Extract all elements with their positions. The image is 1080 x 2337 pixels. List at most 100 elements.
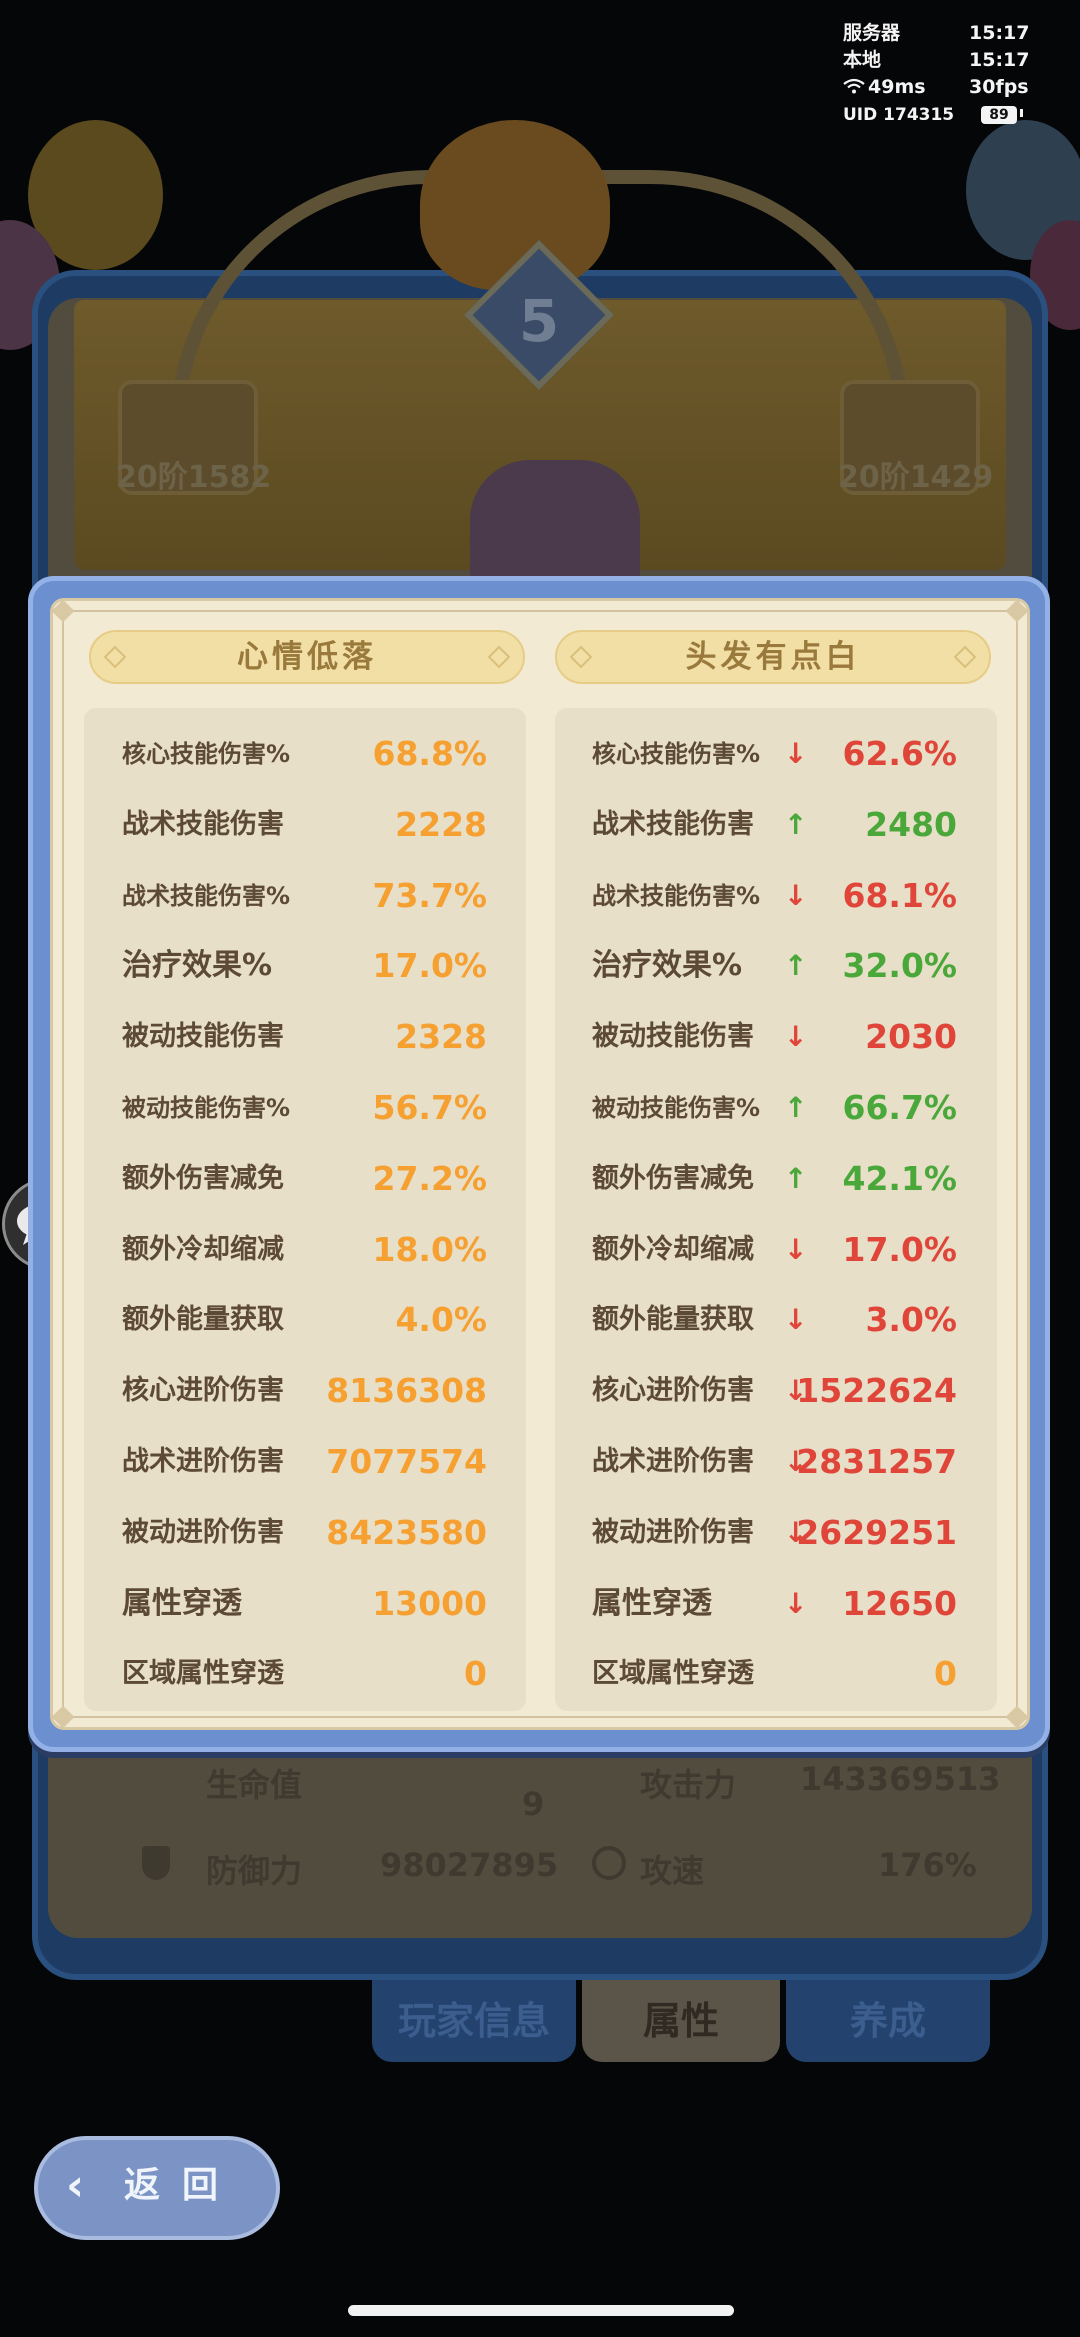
- right-stat-label: 治疗效果%: [592, 948, 743, 983]
- right-stat-value: 0: [934, 1654, 957, 1693]
- right-stat-label: 属性穿透: [592, 1586, 712, 1621]
- left-stat-label: 战术技能伤害%: [122, 882, 291, 910]
- server-time: 15:17: [969, 22, 1030, 44]
- right-stat-label: 战术进阶伤害: [592, 1446, 754, 1477]
- diamond-icon: [569, 645, 593, 669]
- server-time-label: 服务器: [843, 22, 901, 44]
- arrow-down-icon: ↓: [784, 737, 808, 770]
- left-stat-row: 额外冷却缩减 18.0%: [122, 1220, 487, 1280]
- right-stat-label: 额外伤害减免: [592, 1163, 754, 1194]
- right-stat-row: 被动技能伤害% ↑ 66.7%: [592, 1078, 957, 1138]
- left-stat-label: 额外能量获取: [122, 1304, 284, 1335]
- tab-development[interactable]: 养成: [786, 1980, 990, 2062]
- right-stat-row: 核心技能伤害% ↓ 62.6%: [592, 724, 957, 784]
- right-stat-value: 68.1%: [842, 876, 958, 915]
- local-time: 15:17: [969, 49, 1030, 71]
- right-stat-value: 2831257: [796, 1442, 957, 1481]
- left-stat-value: 73.7%: [372, 876, 488, 915]
- right-stat-value: 2629251: [796, 1513, 957, 1552]
- left-stat-value: 8423580: [326, 1513, 487, 1552]
- left-player-name: 心情低落: [89, 630, 525, 684]
- arrow-down-icon: ↓: [784, 1233, 808, 1266]
- right-stat-label: 被动技能伤害: [592, 1021, 754, 1052]
- left-stat-row: 核心技能伤害% 68.8%: [122, 724, 487, 784]
- left-stat-label: 被动技能伤害%: [122, 1094, 291, 1122]
- left-stat-label: 被动技能伤害: [122, 1021, 284, 1052]
- left-stat-row: 额外伤害减免 27.2%: [122, 1149, 487, 1209]
- right-stat-label: 被动进阶伤害: [592, 1517, 754, 1548]
- left-stat-value: 13000: [372, 1584, 487, 1623]
- left-stat-value: 7077574: [326, 1442, 487, 1481]
- left-stat-row: 被动技能伤害% 56.7%: [122, 1078, 487, 1138]
- shield-icon: [142, 1846, 170, 1880]
- spd-label: 攻速: [640, 1852, 705, 1890]
- right-stat-value: 17.0%: [842, 1230, 958, 1269]
- left-stat-row: 战术技能伤害 2228: [122, 795, 487, 855]
- right-stat-label: 额外冷却缩减: [592, 1234, 754, 1265]
- left-stat-value: 4.0%: [395, 1300, 487, 1339]
- right-stat-label: 核心进阶伤害: [592, 1375, 754, 1406]
- local-time-label: 本地: [843, 49, 882, 71]
- left-stat-row: 战术技能伤害% 73.7%: [122, 866, 487, 926]
- right-stat-value: 66.7%: [842, 1088, 958, 1127]
- left-stat-value: 68.8%: [372, 734, 488, 773]
- status-overlay: 服务器 15:17 本地 15:17 49ms 30fps UID 174315…: [843, 20, 1073, 128]
- right-stat-row: 被动技能伤害 ↓ 2030: [592, 1007, 957, 1067]
- right-stat-row: 属性穿透 ↓ 12650: [592, 1574, 957, 1634]
- right-stat-value: 3.0%: [865, 1300, 957, 1339]
- battery-icon: [1020, 109, 1023, 117]
- right-stat-value: 32.0%: [842, 946, 958, 985]
- tab-player-info[interactable]: 玩家信息: [372, 1980, 576, 2062]
- left-stat-row: 核心进阶伤害 8136308: [122, 1361, 487, 1421]
- uid-label: UID 174315: [843, 105, 955, 125]
- arrow-down-icon: ↓: [784, 1587, 808, 1620]
- atk-label: 攻击力: [640, 1766, 737, 1804]
- arrow-down-icon: ↓: [784, 1303, 808, 1336]
- left-stat-label: 属性穿透: [122, 1586, 242, 1621]
- left-stat-label: 区域属性穿透: [122, 1658, 284, 1689]
- right-player-name-text: 头发有点白: [685, 639, 861, 675]
- left-stat-label: 额外伤害减免: [122, 1163, 284, 1194]
- spd-value: 176%: [878, 1846, 977, 1884]
- hp-label: 生命值: [206, 1766, 303, 1804]
- arrow-down-icon: ↓: [784, 1020, 808, 1053]
- back-button-label: 返回: [124, 2165, 241, 2206]
- left-stat-row: 区域属性穿透 0: [122, 1644, 487, 1704]
- right-stat-row: 战术进阶伤害 ↓ 2831257: [592, 1432, 957, 1492]
- arrow-up-icon: ↑: [784, 949, 808, 982]
- character-portrait: [470, 460, 640, 580]
- tab-attributes[interactable]: 属性: [582, 1980, 780, 2062]
- right-stat-row: 额外冷却缩减 ↓ 17.0%: [592, 1220, 957, 1280]
- left-stat-row: 被动进阶伤害 8423580: [122, 1503, 487, 1563]
- left-player-name-text: 心情低落: [237, 639, 377, 675]
- left-stat-label: 核心技能伤害%: [122, 740, 291, 768]
- left-stat-label: 被动进阶伤害: [122, 1517, 284, 1548]
- left-stat-value: 18.0%: [372, 1230, 488, 1269]
- left-stat-row: 被动技能伤害 2328: [122, 1007, 487, 1067]
- right-stat-value: 1522624: [796, 1371, 957, 1410]
- right-stat-row: 治疗效果% ↑ 32.0%: [592, 936, 957, 996]
- right-stat-label: 额外能量获取: [592, 1304, 754, 1335]
- home-indicator[interactable]: [348, 2305, 734, 2316]
- def-label: 防御力: [206, 1852, 303, 1890]
- left-stat-label: 核心进阶伤害: [122, 1375, 284, 1406]
- left-stat-value: 56.7%: [372, 1088, 488, 1127]
- back-chevron-icon: ‹: [66, 2160, 85, 2211]
- right-weapon-badge-label: 20阶1429: [838, 460, 994, 495]
- right-stat-value: 2030: [865, 1017, 957, 1056]
- battery-indicator: 89: [981, 101, 1023, 128]
- arrow-up-icon: ↑: [784, 1162, 808, 1195]
- left-stat-row: 额外能量获取 4.0%: [122, 1290, 487, 1350]
- left-stat-row: 治疗效果% 17.0%: [122, 936, 487, 996]
- right-player-name: 头发有点白: [555, 630, 991, 684]
- right-stat-row: 被动进阶伤害 ↓ 2629251: [592, 1503, 957, 1563]
- arrow-up-icon: ↑: [784, 1091, 808, 1124]
- right-stat-row: 战术技能伤害% ↓ 68.1%: [592, 866, 957, 926]
- left-stat-label: 治疗效果%: [122, 948, 273, 983]
- left-stat-label: 战术技能伤害: [122, 809, 284, 840]
- left-stat-label: 额外冷却缩减: [122, 1234, 284, 1265]
- def-value: 98027895: [380, 1846, 559, 1884]
- diamond-icon: [103, 645, 127, 669]
- left-stat-label: 战术进阶伤害: [122, 1446, 284, 1477]
- ping-value: 49ms: [868, 76, 926, 98]
